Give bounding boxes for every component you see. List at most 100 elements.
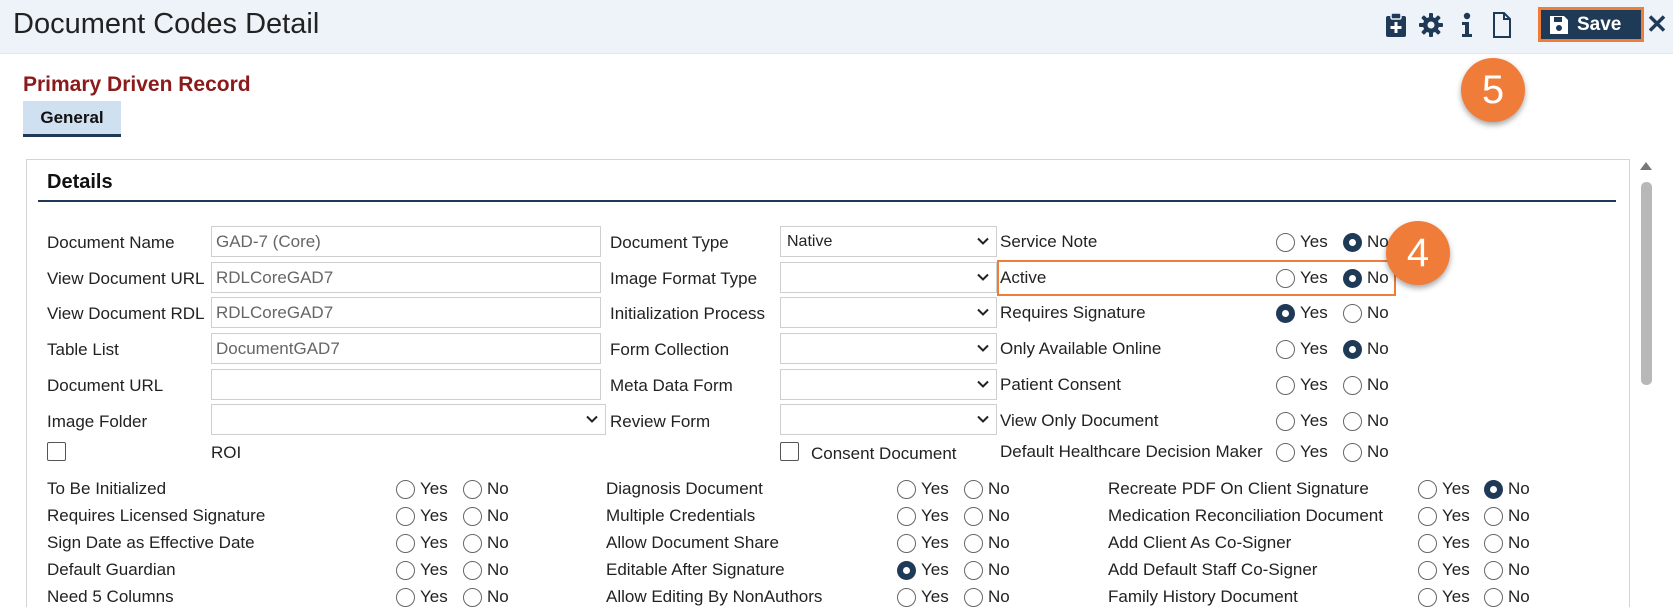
field-label-sign-date-as-effective-date: Sign Date as Effective Date [47,533,255,552]
add-default-staff-co-signer-yes-label: Yes [1442,560,1470,579]
default-guardian-yes-radio[interactable] [396,561,415,580]
to-be-initialized-no-radio[interactable] [463,480,482,499]
only-available-online-yes-radio[interactable] [1276,340,1295,359]
document-icon[interactable] [1488,10,1516,40]
default-healthcare-decision-maker-yes-radio[interactable] [1276,443,1295,462]
editable-after-signature-yes-radio[interactable] [897,561,916,580]
patient-consent-no-label: No [1367,375,1389,394]
field-label-multiple-credentials: Multiple Credentials [606,506,756,525]
active-yes-radio[interactable] [1276,269,1295,288]
patient-consent-yes-radio[interactable] [1276,376,1295,395]
allow-editing-by-nonauthors-no-radio[interactable] [964,588,983,607]
only-available-online-no-radio[interactable] [1343,340,1362,359]
field-label-meta-data-form: Meta Data Form [610,376,733,395]
field-label-image-folder: Image Folder [47,412,148,431]
requires-signature-yes-radio[interactable] [1276,304,1295,323]
patient-consent-no-radio[interactable] [1343,376,1362,395]
allow-document-share-yes-radio[interactable] [897,534,916,553]
image-format-type-select[interactable] [780,262,997,293]
recreate-pdf-on-client-signature-yes-radio[interactable] [1418,480,1437,499]
family-history-document-no-radio[interactable] [1484,588,1503,607]
active-no-radio[interactable] [1343,269,1362,288]
view-only-document-no-radio[interactable] [1343,412,1362,431]
multiple-credentials-no-radio[interactable] [964,507,983,526]
default-guardian-no-radio[interactable] [463,561,482,580]
info-icon[interactable] [1453,10,1481,40]
need-5-columns-no-radio[interactable] [463,588,482,607]
diagnosis-document-no-label: No [988,479,1010,498]
medication-reconciliation-document-no-label: No [1508,506,1530,525]
field-label-requires-licensed-signature: Requires Licensed Signature [47,506,266,525]
requires-signature-no-radio[interactable] [1343,304,1362,323]
multiple-credentials-yes-radio[interactable] [897,507,916,526]
section-title: Details [47,171,113,193]
field-label-document-url: Document URL [47,376,164,395]
sign-date-as-effective-date-no-radio[interactable] [463,534,482,553]
scrollbar-thumb[interactable] [1641,182,1652,385]
document-type-value: Native [787,232,833,250]
roi-checkbox[interactable] [47,442,66,461]
requires-licensed-signature-yes-radio[interactable] [396,507,415,526]
sign-date-as-effective-date-yes-radio[interactable] [396,534,415,553]
medication-reconciliation-document-yes-radio[interactable] [1418,507,1437,526]
scroll-up-arrow-icon[interactable] [1640,162,1652,170]
requires-licensed-signature-yes-label: Yes [420,506,448,525]
view-document-rdl-input[interactable]: RDLCoreGAD7 [211,297,601,328]
default-guardian-yes-label: Yes [420,560,448,579]
tab-general[interactable]: General [23,101,121,137]
clipboard-plus-icon[interactable] [1382,10,1410,40]
field-label-default-guardian: Default Guardian [47,560,176,579]
recreate-pdf-on-client-signature-no-radio[interactable] [1484,480,1503,499]
record-title: Primary Driven Record [23,73,251,96]
sign-date-as-effective-date-no-label: No [487,533,509,552]
consent-document-checkbox[interactable] [780,442,799,461]
to-be-initialized-yes-radio[interactable] [396,480,415,499]
medication-reconciliation-document-no-radio[interactable] [1484,507,1503,526]
diagnosis-document-no-radio[interactable] [964,480,983,499]
editable-after-signature-yes-label: Yes [921,560,949,579]
document-url-input[interactable] [211,369,601,400]
editable-after-signature-no-radio[interactable] [964,561,983,580]
recreate-pdf-on-client-signature-yes-label: Yes [1442,479,1470,498]
page-title: Document Codes Detail [13,8,320,40]
add-default-staff-co-signer-no-radio[interactable] [1484,561,1503,580]
close-icon[interactable]: ✕ [1644,8,1670,40]
field-label-patient-consent: Patient Consent [1000,375,1121,394]
document-name-input[interactable]: GAD-7 (Core) [211,226,601,257]
allow-editing-by-nonauthors-yes-label: Yes [921,587,949,606]
table-list-input[interactable]: DocumentGAD7 [211,333,601,364]
view-document-url-input[interactable]: RDLCoreGAD7 [211,262,601,293]
requires-signature-no-label: No [1367,303,1389,322]
default-healthcare-decision-maker-no-radio[interactable] [1343,443,1362,462]
field-label-allow-editing-by-nonauthors: Allow Editing By NonAuthors [606,587,823,606]
meta-data-form-select[interactable] [780,369,997,400]
initialization-process-select[interactable] [780,297,997,328]
field-label-view-only-document: View Only Document [1000,411,1159,430]
allow-document-share-no-label: No [988,533,1010,552]
diagnosis-document-yes-radio[interactable] [897,480,916,499]
allow-document-share-no-radio[interactable] [964,534,983,553]
service-note-yes-radio[interactable] [1276,233,1295,252]
add-default-staff-co-signer-yes-radio[interactable] [1418,561,1437,580]
field-label-diagnosis-document: Diagnosis Document [606,479,763,498]
need-5-columns-yes-radio[interactable] [396,588,415,607]
requires-licensed-signature-no-radio[interactable] [463,507,482,526]
field-label-medication-reconciliation-document: Medication Reconciliation Document [1108,506,1383,525]
review-form-select[interactable] [780,404,997,435]
view-only-document-yes-radio[interactable] [1276,412,1295,431]
add-client-as-co-signer-yes-radio[interactable] [1418,534,1437,553]
image-folder-select[interactable] [211,404,606,435]
add-client-as-co-signer-no-radio[interactable] [1484,534,1503,553]
chevron-down-icon [977,308,989,316]
recreate-pdf-on-client-signature-no-label: No [1508,479,1530,498]
sign-date-as-effective-date-yes-label: Yes [420,533,448,552]
gear-icon[interactable] [1417,10,1445,40]
service-note-no-radio[interactable] [1343,233,1362,252]
form-collection-select[interactable] [780,333,997,364]
allow-editing-by-nonauthors-yes-radio[interactable] [897,588,916,607]
save-button[interactable]: Save [1538,7,1644,42]
document-type-select[interactable]: Native [780,226,997,257]
save-label: Save [1577,13,1622,35]
family-history-document-yes-radio[interactable] [1418,588,1437,607]
field-label-family-history-document: Family History Document [1108,587,1298,606]
